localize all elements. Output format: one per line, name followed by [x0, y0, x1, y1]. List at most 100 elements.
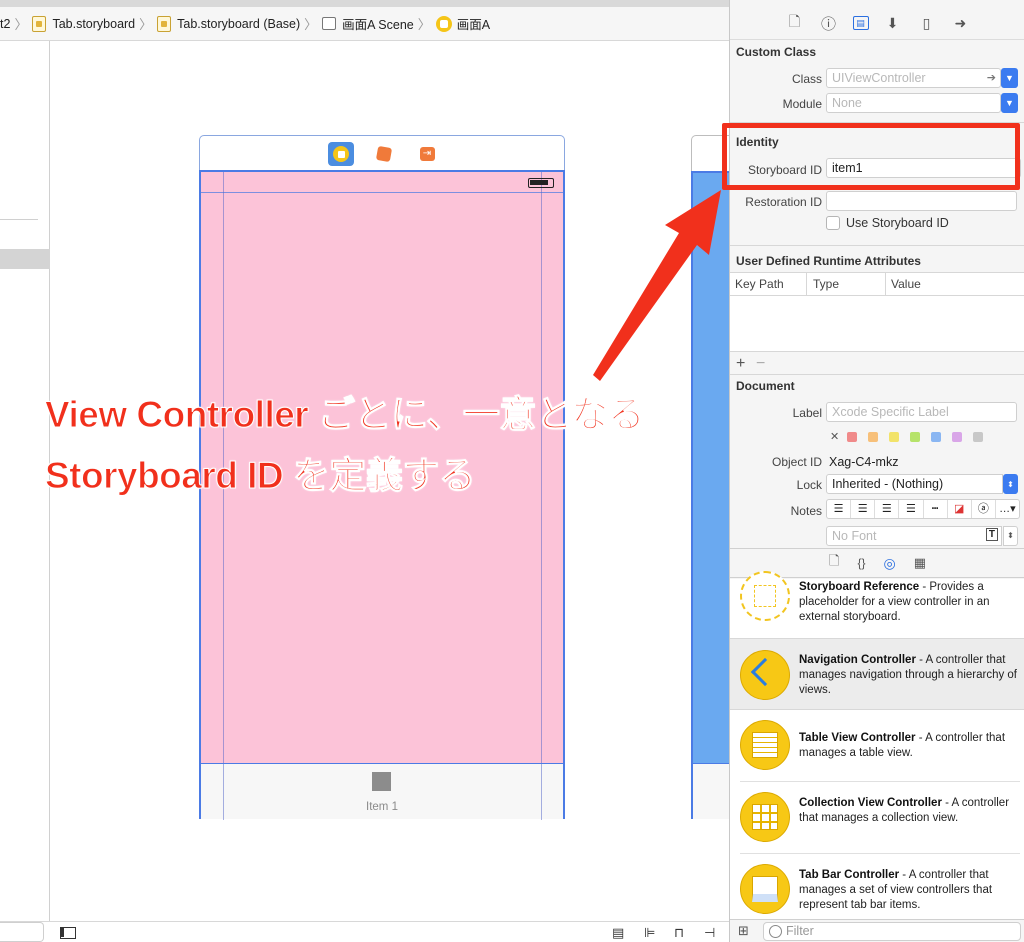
label-color-swatch[interactable] [889, 432, 899, 442]
size-inspector-icon[interactable]: ▯ [917, 13, 937, 33]
view-controller-dock-button[interactable] [328, 142, 354, 166]
notes-label: Notes [790, 504, 822, 518]
library-item-text: Tab Bar Controller - A controller that m… [799, 869, 993, 911]
layout-margin-right-tabbar [541, 764, 542, 820]
class-dropdown-button[interactable]: ▼ [1001, 68, 1018, 88]
outline-filter-field[interactable] [0, 922, 44, 942]
library-filter-bar: ⊞ Filter [730, 919, 1024, 942]
inspector-tab-bar: 🗋 ⓘ ▤ ⬇ ▯ ➜ [730, 7, 1024, 40]
column-key-path[interactable]: Key Path [735, 277, 784, 291]
restoration-id-field[interactable] [826, 191, 1017, 211]
module-field[interactable]: None [826, 93, 1001, 113]
code-snippet-library-icon[interactable]: {} [857, 556, 865, 570]
tab-item-label[interactable]: Item 1 [342, 801, 422, 813]
justify-icon[interactable]: ☰ [899, 500, 924, 518]
breadcrumb-item-scene[interactable]: 画面A Scene 〉 [322, 14, 436, 33]
more-options-icon[interactable]: …▾ [996, 500, 1019, 518]
canvas-bottom-bar: ▤ ⊫ ⊓ ⊣ [0, 921, 729, 942]
library-filter-field[interactable]: Filter [763, 922, 1021, 941]
use-storyboard-id-checkbox[interactable] [826, 216, 840, 230]
clear-label-color-icon[interactable]: ✕ [830, 430, 839, 443]
go-to-class-icon[interactable]: ➔ [987, 71, 996, 84]
column-type[interactable]: Type [813, 277, 839, 291]
align-left-icon[interactable]: ☰ [827, 500, 852, 518]
breadcrumb-item-view-controller[interactable]: 画面A [435, 14, 490, 33]
font-size-stepper[interactable]: ⬍ [1003, 526, 1018, 546]
toggle-outline-icon[interactable] [60, 927, 76, 939]
library-item-text: Collection View Controller - A controlle… [799, 797, 1010, 824]
pin-icon[interactable]: ⊓ [674, 925, 684, 941]
attributes-inspector-icon[interactable]: ⬇ [883, 13, 903, 33]
label-color-swatch[interactable] [868, 432, 878, 442]
object-library-icon[interactable]: ◎ [883, 555, 895, 572]
scene-dock: ⇥ [199, 135, 565, 171]
column-divider [885, 273, 886, 296]
embed-in-stack-icon[interactable]: ▤ [612, 925, 624, 941]
file-inspector-icon[interactable]: 🗋 [785, 13, 805, 33]
column-value[interactable]: Value [891, 277, 921, 291]
quick-help-icon[interactable]: ⓘ [819, 13, 839, 33]
breadcrumb-item-project[interactable]: t2 〉 [0, 14, 32, 33]
chevron-right-icon: 〉 [139, 17, 153, 32]
layout-margin-right [541, 172, 542, 819]
label-color-swatch[interactable] [847, 432, 857, 442]
grid-view-icon[interactable]: ⊞ [738, 923, 749, 939]
label-color-swatch[interactable] [931, 432, 941, 442]
lock-popup[interactable]: Inherited - (Nothing) [826, 474, 1003, 494]
identity-highlight-box [722, 123, 1020, 190]
align-center-icon[interactable]: ☰ [851, 500, 876, 518]
no-color-icon[interactable]: ◪ [948, 500, 972, 518]
lock-popup-stepper[interactable]: ⬍ [1003, 474, 1018, 494]
section-divider [730, 245, 1024, 246]
library-item-collection-view-controller[interactable]: Collection View Controller - A controlle… [730, 782, 1024, 854]
document-outline-pane[interactable] [0, 41, 50, 942]
library-item-navigation-controller[interactable]: Navigation Controller - A controller tha… [730, 638, 1024, 710]
restoration-id-label: Restoration ID [745, 195, 822, 209]
runtime-attributes-table[interactable]: Key Path Type Value [730, 272, 1024, 352]
file-template-library-icon[interactable]: 🗋 [829, 552, 839, 574]
tab-item-icon[interactable] [372, 772, 391, 791]
notes-format-toolbar: ☰ ☰ ☰ ☰ ┅ ◪ ⓐ …▾ [826, 499, 1020, 519]
filter-icon [769, 925, 782, 938]
storyboard-reference-icon [740, 571, 790, 621]
arrow-shape [593, 190, 721, 381]
object-id-label: Object ID [771, 455, 822, 469]
natural-align-icon[interactable]: ┅ [924, 500, 948, 518]
connections-inspector-icon[interactable]: ➜ [951, 13, 971, 33]
identity-inspector-icon[interactable]: ▤ [852, 16, 869, 30]
label-color-swatch[interactable] [973, 432, 983, 442]
align-icon[interactable]: ⊫ [644, 925, 655, 941]
document-label-field[interactable]: Xcode Specific Label [826, 402, 1017, 422]
library-item-text: Table View Controller - A controller tha… [799, 732, 1006, 759]
library-item-storyboard-reference[interactable]: Storyboard Reference - Provides a placeh… [730, 571, 1024, 638]
breadcrumb-item-storyboard[interactable]: Tab.storyboard 〉 [32, 14, 157, 33]
resolve-issues-icon[interactable]: ⊣ [704, 925, 715, 941]
chevron-right-icon: 〉 [14, 17, 28, 32]
tab-bar[interactable]: Item 1 [201, 763, 563, 820]
library-item-table-view-controller[interactable]: Table View Controller - A controller tha… [730, 710, 1024, 782]
font-picker-icon[interactable]: T [985, 528, 998, 541]
section-divider [730, 374, 1024, 375]
status-bar-guide [201, 192, 563, 193]
document-title: Document [736, 379, 795, 393]
breadcrumb: t2 〉 Tab.storyboard 〉 Tab.storyboard (Base… [0, 7, 729, 41]
library-item-tab-bar-controller[interactable]: Tab Bar Controller - A controller that m… [730, 854, 1024, 919]
first-responder-dock-button[interactable] [371, 142, 397, 166]
remove-attribute-button[interactable]: − [756, 355, 765, 373]
label-color-swatch[interactable] [952, 432, 962, 442]
text-style-icon[interactable]: ⓐ [972, 500, 996, 518]
use-storyboard-id-label[interactable]: Use Storyboard ID [846, 216, 949, 230]
align-right-icon[interactable]: ☰ [875, 500, 900, 518]
breadcrumb-item-storyboard-base[interactable]: Tab.storyboard (Base) 〉 [157, 14, 322, 33]
exit-dock-button[interactable]: ⇥ [414, 142, 440, 166]
class-field[interactable]: UIViewController ➔ [826, 68, 1001, 88]
outline-selected-row[interactable] [0, 249, 50, 269]
storyboard-file-icon [157, 15, 172, 32]
custom-class-title: Custom Class [736, 45, 817, 59]
add-attribute-button[interactable]: + [736, 355, 745, 373]
font-field[interactable]: No Font T [826, 526, 1002, 546]
annotation-line-2: Storyboard ID を定義する [44, 455, 476, 497]
label-color-swatch[interactable] [910, 432, 920, 442]
media-library-icon[interactable]: ▦ [914, 555, 926, 571]
module-dropdown-button[interactable]: ▼ [1001, 93, 1018, 113]
